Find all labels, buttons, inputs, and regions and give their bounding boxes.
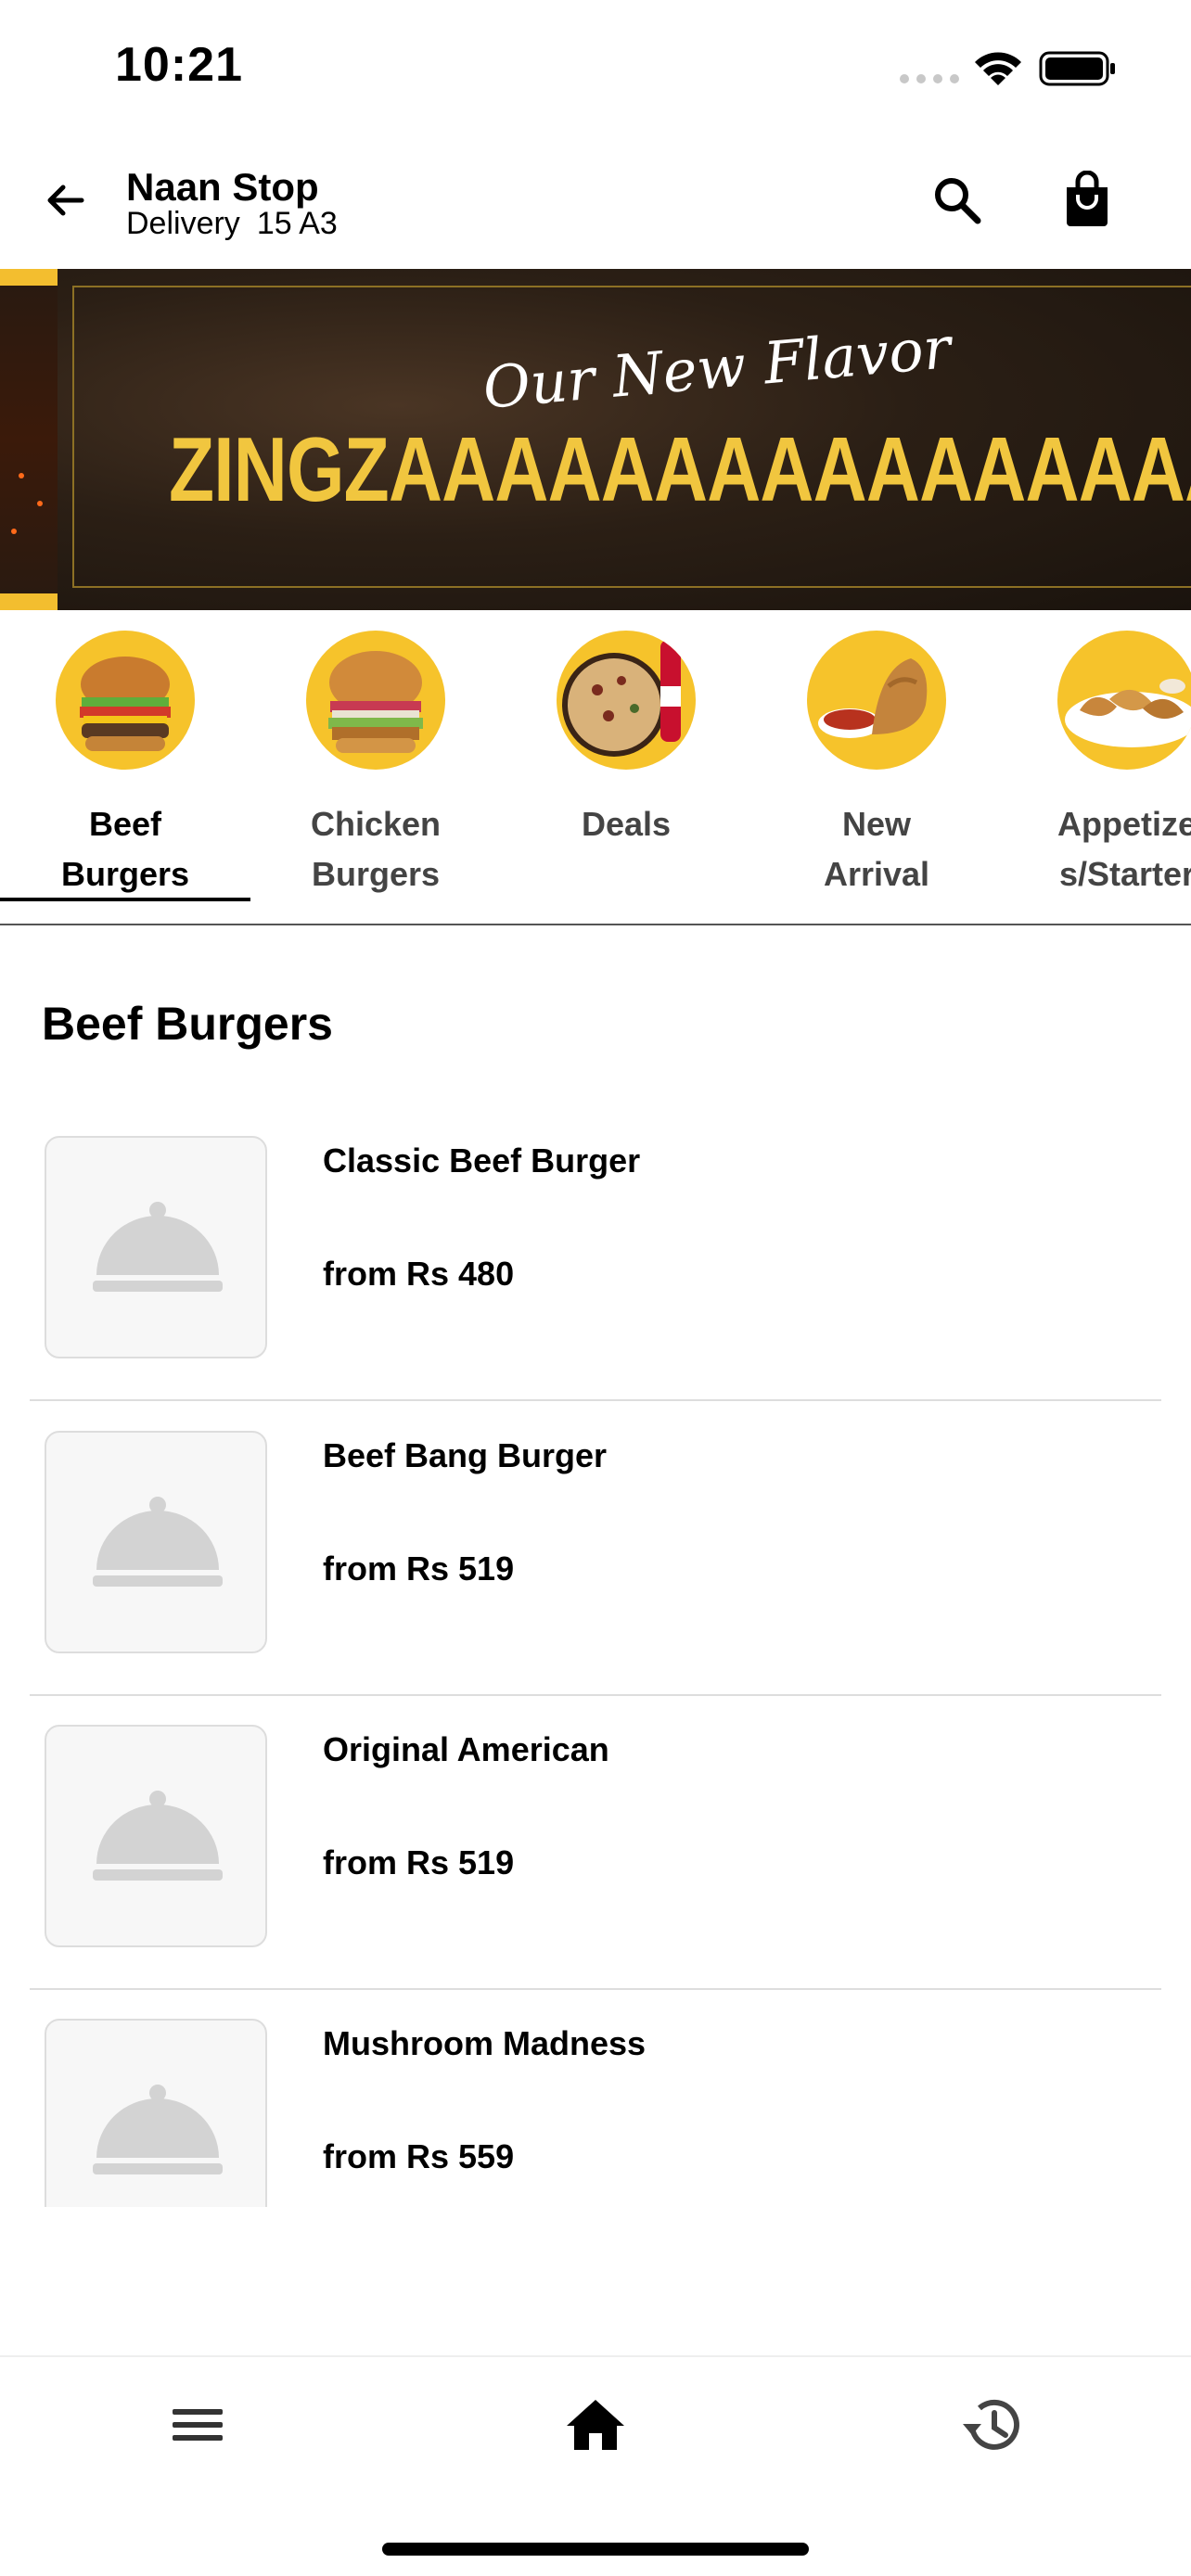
tab-chicken-burgers[interactable]: Chicken Burgers	[250, 631, 501, 899]
banner-side-image	[0, 269, 58, 610]
deals-image	[557, 631, 696, 770]
bottom-navigation	[0, 2355, 1191, 2576]
section-title: Beef Burgers	[42, 998, 333, 1050]
status-time: 10:21	[115, 38, 243, 92]
battery-icon	[1039, 51, 1115, 86]
item-name: Beef Bang Burger	[323, 1436, 608, 1474]
promo-banner[interactable]: Our New Flavor ZINGZAAAAAAAAAAAAAAAAAA!	[0, 269, 1191, 610]
tab-label-line1: New	[841, 805, 912, 843]
tab-label-line1: Chicken	[310, 805, 442, 843]
placeholder-cloche-icon	[45, 1136, 267, 1358]
active-tab-indicator	[0, 898, 250, 901]
home-icon[interactable]	[563, 2392, 628, 2457]
beef-burger-image	[56, 631, 195, 770]
wifi-icon	[975, 52, 1021, 85]
tab-label-line2: s/Starter	[1058, 855, 1191, 893]
tab-deals[interactable]: Deals	[501, 631, 751, 849]
appetizers-image	[1057, 631, 1191, 770]
chicken-burger-image	[306, 631, 445, 770]
category-tabs: Beef Burgers Chicken Burgers Deals New A…	[0, 612, 1191, 925]
status-bar: 10:21	[0, 0, 1191, 130]
menu-icon[interactable]	[165, 2392, 230, 2457]
new-arrival-image	[807, 631, 946, 770]
delivery-info[interactable]: Delivery 15 A3	[126, 206, 338, 242]
app-screen: 10:21 Naan Stop Delivery 15 A3 Our New F…	[0, 0, 1191, 2576]
item-price: from Rs 480	[323, 1255, 515, 1293]
menu-item[interactable]: Beef Bang Burger from Rs 519	[30, 1412, 1161, 1707]
divider	[30, 1694, 1161, 1696]
item-price: from Rs 559	[323, 2137, 515, 2175]
menu-item[interactable]: Mushroom Madness from Rs 559	[30, 2000, 1161, 2207]
signal-icon	[900, 74, 959, 83]
placeholder-cloche-icon	[45, 1725, 267, 1947]
item-name: Classic Beef Burger	[323, 1141, 641, 1180]
tab-label-line2: Burgers	[311, 855, 441, 893]
menu-item[interactable]: Classic Beef Burger from Rs 480	[30, 1117, 1161, 1412]
placeholder-cloche-icon	[45, 1431, 267, 1653]
shopping-bag-icon[interactable]	[1061, 171, 1113, 228]
divider	[30, 1399, 1161, 1401]
tab-label-line1: Appetize	[1057, 805, 1191, 843]
store-name: Naan Stop	[126, 165, 319, 209]
tab-label-line2: Burgers	[60, 855, 190, 893]
item-price: from Rs 519	[323, 1843, 515, 1881]
menu-item-list: Classic Beef Burger from Rs 480 Beef Ban…	[0, 1117, 1191, 2207]
tab-beef-burgers[interactable]: Beef Burgers	[0, 631, 250, 901]
history-icon[interactable]	[959, 2392, 1024, 2457]
back-arrow-icon[interactable]	[41, 176, 89, 224]
search-icon[interactable]	[931, 174, 983, 226]
item-price: from Rs 519	[323, 1549, 515, 1588]
item-name: Original American	[323, 1730, 609, 1768]
delivery-label: Delivery	[126, 206, 240, 241]
tab-appetizers[interactable]: Appetize s/Starter	[1002, 631, 1191, 899]
tab-label-line2: Arrival	[823, 855, 930, 893]
tab-label-line1: Beef	[88, 805, 162, 843]
delivery-location: 15 A3	[256, 206, 338, 241]
item-name: Mushroom Madness	[323, 2024, 647, 2062]
tab-label-line1: Deals	[581, 805, 672, 843]
menu-item[interactable]: Original American from Rs 519	[30, 1706, 1161, 2001]
home-indicator	[382, 2543, 809, 2556]
divider	[30, 1988, 1161, 1990]
app-header: Naan Stop Delivery 15 A3	[0, 158, 1191, 269]
banner-headline: ZINGZAAAAAAAAAAAAAAAAAA!	[169, 418, 1191, 520]
placeholder-cloche-icon	[45, 2019, 267, 2207]
tab-new-arrival[interactable]: New Arrival	[751, 631, 1002, 899]
